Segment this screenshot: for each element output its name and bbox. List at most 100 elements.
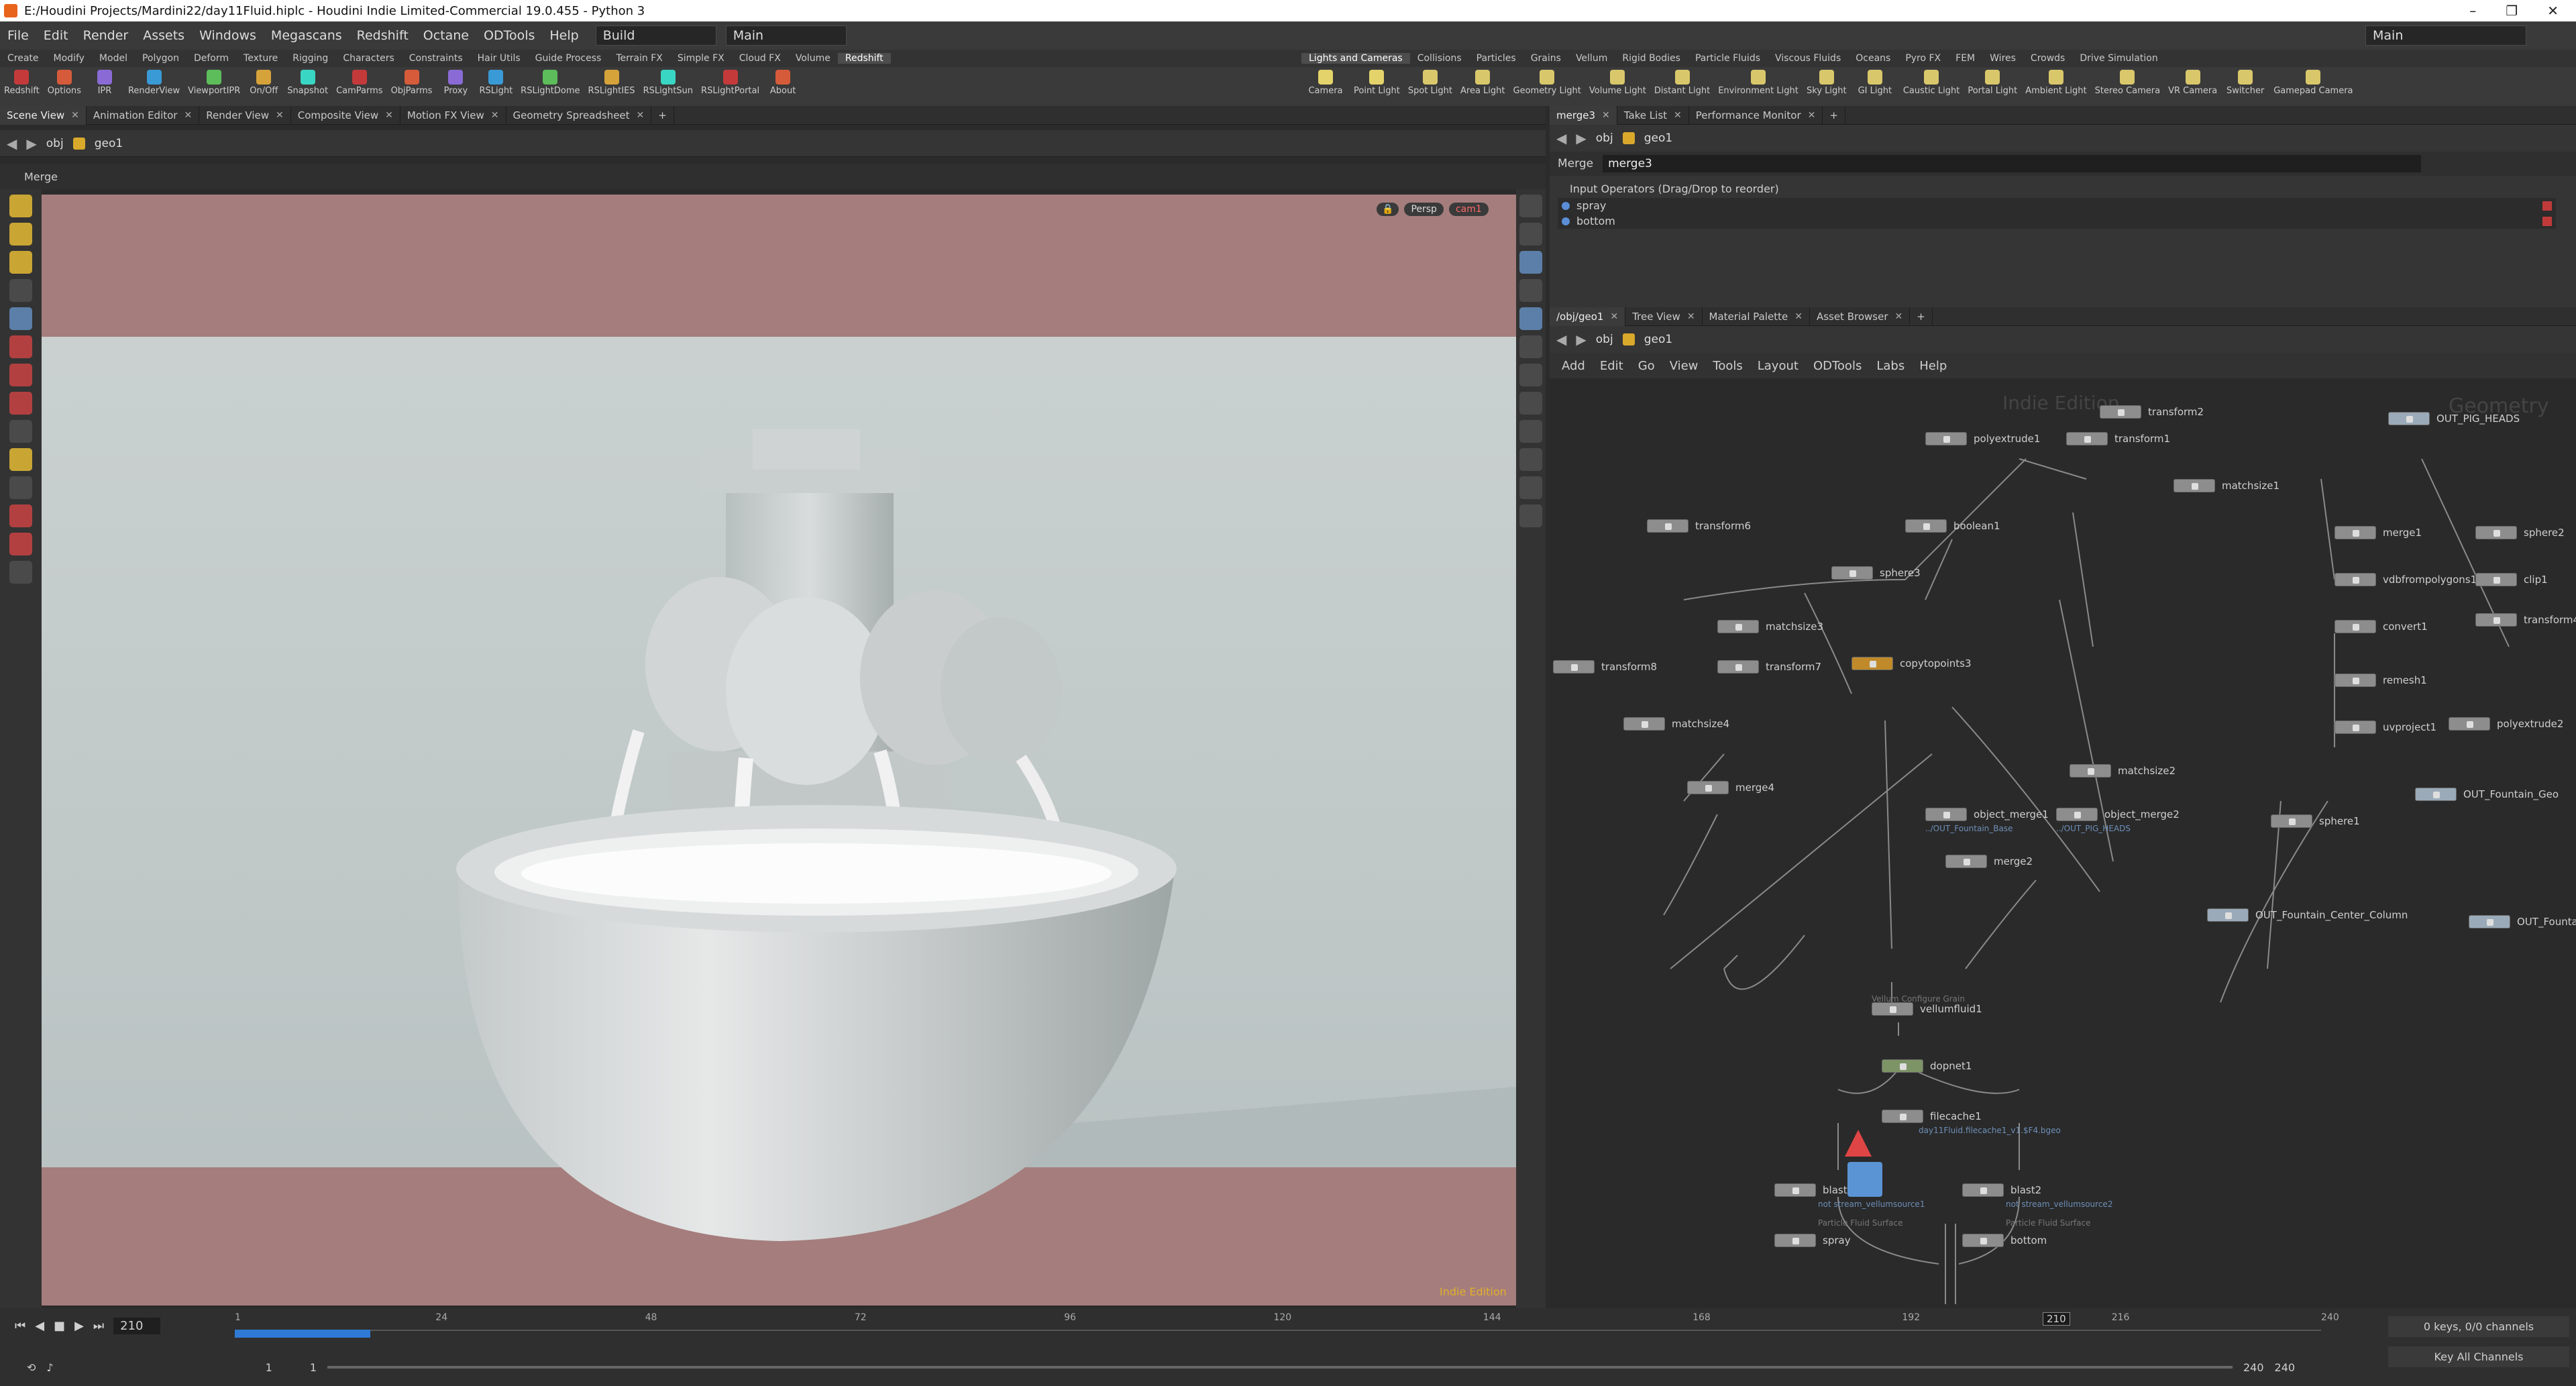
normals-icon[interactable] [1519,420,1542,443]
input-row-bottom[interactable]: bottom [1558,213,2556,229]
node-body[interactable] [2334,526,2376,539]
close-tab-icon[interactable]: ✕ [184,110,192,121]
move-tool-icon[interactable] [9,335,32,358]
shelf-tool-rslightportal[interactable]: RSLightPortal [697,67,763,95]
node-transform4[interactable]: transform4 [2475,613,2576,627]
shelf-tool-switcher[interactable]: Switcher [2221,67,2269,95]
snapshot-icon[interactable] [1519,448,1542,471]
node-object-merge2[interactable]: object_merge2 [2056,808,2180,821]
node-transform6[interactable]: transform6 [1647,519,1751,533]
shelf-tab-rigid-bodies[interactable]: Rigid Bodies [1615,53,1688,64]
net-menu-edit[interactable]: Edit [1593,359,1630,373]
range-end2-field[interactable]: 240 [2275,1361,2296,1374]
node-body[interactable] [2388,412,2430,425]
net-tab-obj-geo1[interactable]: /obj/geo1 ✕ [1550,307,1626,326]
node-body[interactable] [1774,1234,1816,1247]
shelf-tool-gamepad-camera[interactable]: Gamepad Camera [2269,67,2357,95]
node-matchsize2[interactable]: matchsize2 [2070,764,2176,778]
snap-tool-icon[interactable] [9,476,32,499]
go-start-icon[interactable]: ⏮ [15,1319,25,1333]
param-path-obj[interactable]: obj [1596,131,1613,145]
node-merge2[interactable]: merge2 [1945,855,2033,868]
home-icon[interactable] [1519,504,1542,527]
menu-edit[interactable]: Edit [36,28,76,43]
wireframe-icon[interactable] [1519,251,1542,274]
shelf-tool-caustic-light[interactable]: Caustic Light [1899,67,1964,95]
scale-tool-icon[interactable] [9,392,32,415]
shelf-tab-viscous-fluids[interactable]: Viscous Fluids [1768,53,1848,64]
shelf-tool-gi-light[interactable]: GI Light [1851,67,1899,95]
pose-tool-icon[interactable] [9,279,32,302]
persp-menu[interactable]: Persp [1404,203,1444,216]
shelf-tool-proxy[interactable]: Proxy [436,67,475,95]
node-matchsize4[interactable]: matchsize4 [1623,717,1729,731]
net-path-obj[interactable]: obj [1596,333,1613,346]
net-back-icon[interactable]: ◀ [1556,331,1566,348]
maximize-icon[interactable]: ❐ [2506,3,2518,19]
shelf-tool-geometry-light[interactable]: Geometry Light [1509,67,1585,95]
net-menu-add[interactable]: Add [1555,359,1592,373]
realtime-icon[interactable]: ⟲ [27,1361,36,1374]
grid-icon[interactable] [1519,392,1542,415]
shelf-tab-model[interactable]: Model [92,53,135,64]
node-body[interactable] [1925,808,1967,821]
shelf-tool-rslightdome[interactable]: RSLightDome [517,67,584,95]
shelf-tool-portal-light[interactable]: Portal Light [1964,67,2021,95]
shelf-tab-wires[interactable]: Wires [1982,53,2023,64]
close-tab-icon[interactable]: ✕ [1794,311,1803,322]
lock-camera-icon[interactable]: 🔒 [1377,203,1399,216]
shelf-tool-stereo-camera[interactable]: Stereo Camera [2091,67,2165,95]
node-out-pig-heads[interactable]: OUT_PIG_HEADS [2388,412,2520,425]
path-geo[interactable]: geo1 [95,137,123,150]
node-body[interactable] [1774,1183,1816,1197]
shelf-tab-guide-process[interactable]: Guide Process [528,53,609,64]
node-matchsize3[interactable]: matchsize3 [1717,620,1823,633]
node-spray[interactable]: spray [1774,1234,1851,1247]
node-vellumfluid1[interactable]: vellumfluid1 [1872,1002,1982,1016]
node-body[interactable] [1882,1059,1923,1073]
net-tab-asset-browser[interactable]: Asset Browser ✕ [1810,307,1911,326]
menu-file[interactable]: File [0,28,36,43]
node-body[interactable] [2271,814,2312,828]
node-body[interactable] [2334,721,2376,734]
node-filecache1[interactable]: filecache1 [1882,1110,1982,1123]
shelf-tool-redshift[interactable]: Redshift [0,67,44,95]
node-polyextrude2[interactable]: polyextrude2 [2449,717,2563,731]
scene-viewport[interactable]: 🔒 Persp cam1 Indie Edition [42,195,1516,1305]
shelf-tab-deform[interactable]: Deform [186,53,236,64]
shelf-tab-terrain-fx[interactable]: Terrain FX [608,53,670,64]
shelf-tool-ipr[interactable]: IPR [85,67,124,95]
add-tab-icon[interactable]: + [1823,105,1845,125]
param-tab-merge3[interactable]: merge3 ✕ [1550,105,1617,125]
shelf-tool-sky-light[interactable]: Sky Light [1803,67,1851,95]
node-body[interactable] [1647,519,1688,533]
menu-octane[interactable]: Octane [416,28,476,43]
menu-odtools[interactable]: ODTools [476,28,542,43]
node-body[interactable] [2475,526,2517,539]
shelf-tab-lights-and-cameras[interactable]: Lights and Cameras [1301,53,1410,64]
shelf-tab-grains[interactable]: Grains [1523,53,1568,64]
menu-assets[interactable]: Assets [136,28,192,43]
stop-icon[interactable]: ■ [54,1319,65,1333]
param-back-icon[interactable]: ◀ [1556,130,1566,146]
flipbook-icon[interactable] [1519,476,1542,499]
range-start2-field[interactable]: 1 [310,1361,317,1374]
shelf-tab-redshift[interactable]: Redshift [837,53,891,64]
desktop-select[interactable]: Build [595,25,716,46]
node-clip1[interactable]: clip1 [2475,573,2548,586]
rotate-tool-icon[interactable] [9,364,32,386]
shelf-tool-about[interactable]: About [763,67,802,95]
go-end-icon[interactable]: ⏭ [93,1319,104,1333]
shelf-tab-texture[interactable]: Texture [236,53,285,64]
node-body[interactable] [2056,808,2098,821]
shelf-tab-volume[interactable]: Volume [788,53,838,64]
node-body[interactable] [1945,855,1987,868]
node-body[interactable] [2334,573,2376,586]
node-body[interactable] [1962,1234,2004,1247]
menu-megascans[interactable]: Megascans [264,28,350,43]
node-body[interactable] [2334,674,2376,687]
node-body[interactable] [1717,620,1759,633]
param-forward-icon[interactable]: ▶ [1576,130,1586,146]
node-body[interactable] [1831,566,1873,580]
grid-snap-icon[interactable] [9,533,32,555]
